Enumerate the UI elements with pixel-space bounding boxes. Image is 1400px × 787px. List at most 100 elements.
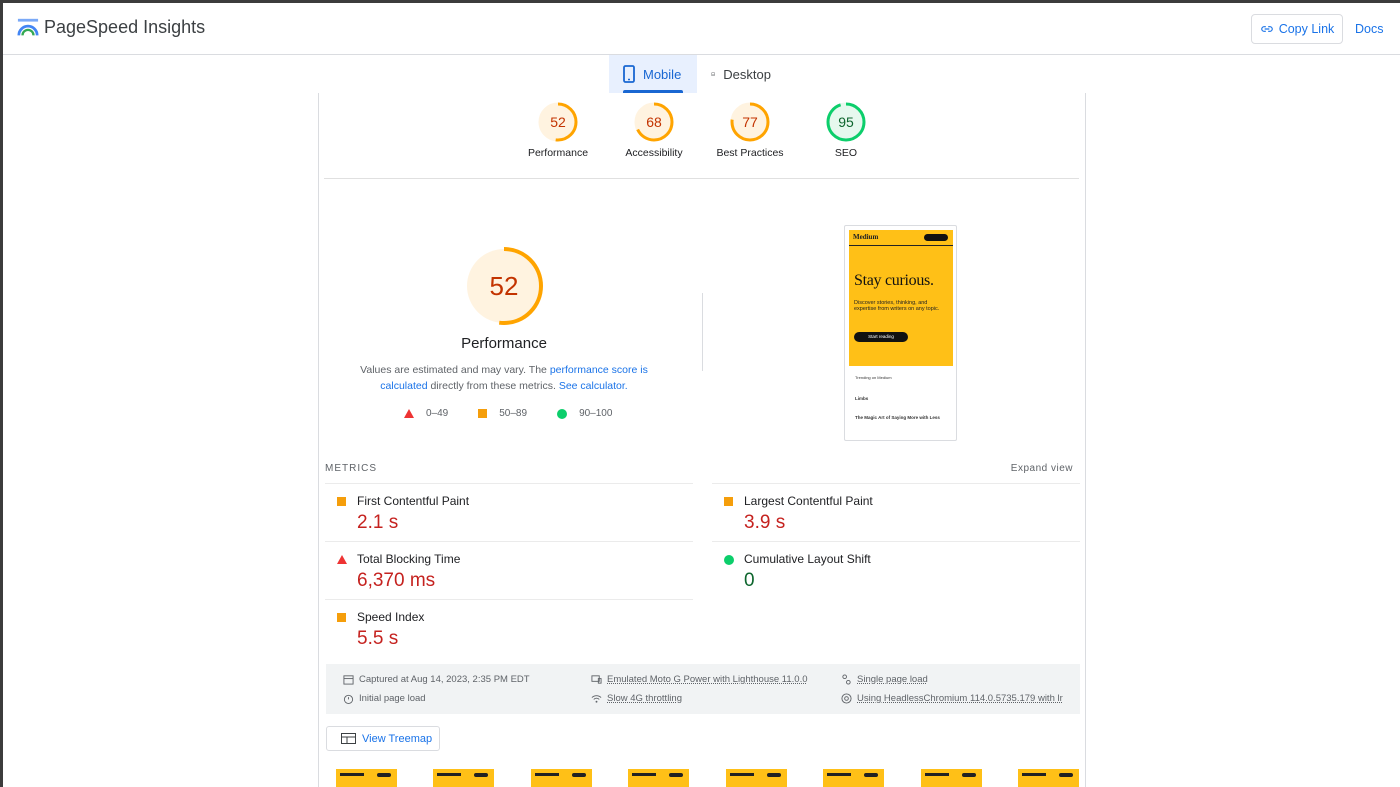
info-initial-text: Initial page load: [359, 693, 426, 704]
score-legend: 0–49 50–89 90–100: [404, 408, 612, 419]
gauge-accessibility[interactable]: 68 Accessibility: [609, 101, 699, 159]
treemap-icon: [341, 733, 356, 744]
filmstrip-frame: [336, 769, 397, 787]
nodes-icon: [842, 674, 851, 685]
performance-heading: Performance: [461, 335, 547, 352]
performance-note: Values are estimated and may vary. The p…: [339, 362, 669, 394]
filmstrip-frame: [531, 769, 592, 787]
legend-average: 50–89: [478, 408, 527, 419]
info-browser: Using HeadlessChromium 114.0.5735.179 wi…: [841, 693, 1063, 704]
pass-circle-icon: [557, 408, 568, 419]
filmstrip-frame: [921, 769, 982, 787]
copy-link-button[interactable]: Copy Link: [1251, 14, 1343, 44]
average-square-icon: [724, 497, 733, 506]
wifi-icon: [591, 695, 602, 703]
devices-icon: [591, 675, 602, 684]
run-info-bar: Captured at Aug 14, 2023, 2:35 PM EDT In…: [326, 664, 1080, 714]
info-throttling: Slow 4G throttling: [591, 693, 682, 704]
metric-name: Largest Contentful Paint: [744, 494, 873, 508]
category-gauges: 52 Performance 68 Accessibility 77 Best …: [319, 101, 1087, 173]
filmstrip-frame: [433, 769, 494, 787]
app-title: PageSpeed Insights: [44, 17, 206, 37]
calendar-icon: [343, 675, 354, 685]
performance-label: Performance: [527, 147, 589, 159]
tab-mobile[interactable]: Mobile: [609, 55, 697, 93]
accessibility-score: 68: [646, 114, 662, 130]
metric-value: 5.5 s: [357, 628, 399, 649]
legend-fail: 0–49: [404, 408, 448, 419]
accessibility-label: Accessibility: [625, 147, 683, 159]
screenshot-trending: Trending on Medium Limbs The Magic Art o…: [855, 374, 950, 421]
info-browser-text[interactable]: Using HeadlessChromium 114.0.5735.179 wi…: [857, 693, 1063, 704]
metric-tbt: Total Blocking Time 6,370 ms: [325, 541, 693, 599]
info-emulated: Emulated Moto G Power with Lighthouse 11…: [591, 674, 808, 685]
gauge-best-practices[interactable]: 77 Best Practices: [705, 101, 795, 159]
metric-name: First Contentful Paint: [357, 494, 470, 508]
legend-pass-label: 90–100: [579, 408, 613, 419]
divider: [324, 178, 1079, 179]
screenshot-hero: Medium Stay curious. Discover stories, t…: [849, 230, 953, 366]
metric-si: Speed Index 5.5 s: [325, 599, 693, 657]
view-treemap-button[interactable]: View Treemap: [326, 726, 440, 751]
note-text: Values are estimated and may vary. The: [360, 364, 550, 376]
filmstrip-frame: [628, 769, 689, 787]
expand-view-button[interactable]: Expand view: [1011, 463, 1073, 474]
vertical-divider: [702, 293, 703, 371]
performance-gauge-ring: 52: [538, 102, 578, 142]
gauge-performance[interactable]: 52 Performance: [513, 101, 603, 159]
info-initial: Initial page load: [343, 693, 426, 704]
copy-link-label: Copy Link: [1278, 22, 1335, 36]
info-throttling-text[interactable]: Slow 4G throttling: [607, 693, 682, 704]
seo-label: SEO: [834, 147, 858, 159]
tab-desktop[interactable]: Desktop: [697, 55, 785, 93]
performance-main-gauge: 52: [465, 247, 543, 325]
performance-main-score: 52: [490, 271, 519, 301]
metric-cls: Cumulative Layout Shift 0: [712, 541, 1080, 599]
laptop-icon: [711, 72, 716, 76]
info-single-text[interactable]: Single page load: [857, 674, 928, 685]
info-captured: Captured at Aug 14, 2023, 2:35 PM EDT: [343, 674, 530, 685]
metric-name: Speed Index: [357, 610, 425, 624]
metric-value: 6,370 ms: [357, 570, 436, 591]
best-practices-label: Best Practices: [716, 147, 784, 159]
metric-value: 0: [744, 570, 755, 591]
metric-name: Cumulative Layout Shift: [744, 552, 871, 566]
tab-desktop-label: Desktop: [723, 66, 771, 82]
view-treemap-label: View Treemap: [362, 732, 433, 745]
average-square-icon: [337, 497, 346, 506]
device-tabs: Mobile Desktop: [609, 55, 785, 93]
fail-triangle-icon: [404, 409, 414, 418]
fail-triangle-icon: [337, 555, 347, 564]
link-icon: [1260, 26, 1273, 32]
screenshot-get-started: [924, 234, 948, 241]
see-calculator-link[interactable]: See calculator.: [559, 380, 628, 392]
metric-name: Total Blocking Time: [357, 552, 461, 566]
docs-link[interactable]: Docs: [1355, 22, 1383, 36]
average-square-icon: [478, 409, 488, 418]
phone-icon: [623, 65, 635, 83]
page-screenshot: Medium Stay curious. Discover stories, t…: [844, 225, 957, 441]
legend-fail-label: 0–49: [426, 408, 449, 419]
chrome-icon: [841, 693, 852, 704]
metric-lcp: Largest Contentful Paint 3.9 s: [712, 483, 1080, 541]
screenshot-headline: Stay curious.: [854, 272, 934, 289]
performance-score: 52: [550, 114, 566, 130]
tab-mobile-label: Mobile: [643, 66, 682, 82]
note-text-2: directly from these metrics.: [427, 380, 559, 392]
info-single: Single page load: [841, 674, 928, 685]
metrics-heading: METRICS: [325, 463, 377, 474]
best-practices-score: 77: [742, 114, 758, 130]
info-emulated-text[interactable]: Emulated Moto G Power with Lighthouse 11…: [607, 674, 808, 685]
medium-logo: Medium: [853, 233, 879, 241]
screenshot-item-2: The Magic Art of Saying More with Less: [855, 415, 940, 420]
app-header: PageSpeed Insights Copy Link Docs: [3, 3, 1400, 55]
filmstrip-frame: [1018, 769, 1079, 787]
gauge-seo[interactable]: 95 SEO: [801, 101, 891, 159]
screenshot-item-1: Limbs: [855, 396, 869, 401]
metric-value: 2.1 s: [357, 512, 399, 533]
seo-score: 95: [838, 114, 854, 130]
legend-average-label: 50–89: [499, 408, 528, 419]
timer-icon: [343, 694, 354, 704]
legend-pass: 90–100: [557, 408, 612, 419]
info-captured-text: Captured at Aug 14, 2023, 2:35 PM EDT: [359, 674, 530, 685]
